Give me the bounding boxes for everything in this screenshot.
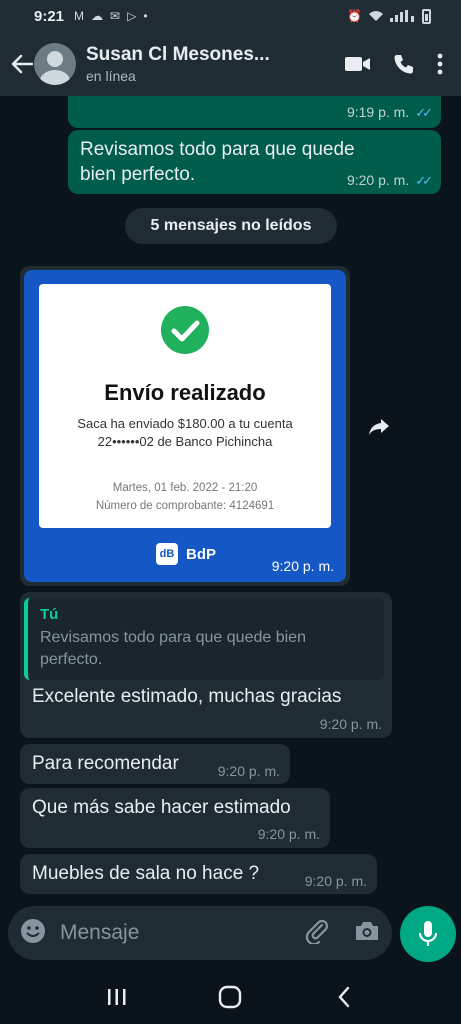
incoming-message[interactable]: Muebles de sala no hace ? 9:20 p. m. xyxy=(20,854,377,894)
play-icon: ▷ xyxy=(127,9,137,23)
message-text: Muebles de sala no hace ? xyxy=(32,863,260,884)
voice-call-icon[interactable] xyxy=(393,53,415,75)
status-left-icons: M ☁ ✉ ▷ • xyxy=(74,9,148,23)
contact-status: en línea xyxy=(86,68,136,84)
message-time: 9:20 p. m. xyxy=(319,716,382,732)
read-ticks-icon: ✓✓ xyxy=(415,105,433,120)
quote-author: Tú xyxy=(40,606,59,623)
microphone-button[interactable] xyxy=(400,906,456,962)
message-time: 9:20 p. m. xyxy=(257,826,320,842)
status-bar: 9:21 M ☁ ✉ ▷ • ⏰ xyxy=(0,0,461,32)
status-right-icons: ⏰ xyxy=(347,8,431,24)
message-input-bar[interactable]: Mensaje xyxy=(8,906,392,960)
message-time: 9:20 p. m. xyxy=(304,873,367,889)
unread-messages-badge: 5 mensajes no leídos xyxy=(125,208,337,244)
receipt-title: Envío realizado xyxy=(104,380,266,405)
message-text: Para recomendar xyxy=(32,753,179,774)
alarm-icon: ⏰ xyxy=(347,9,362,23)
outgoing-message[interactable]: Revisamos todo para que quede bien perfe… xyxy=(68,130,441,194)
back-button[interactable] xyxy=(319,977,369,1017)
signal-icon xyxy=(390,10,414,22)
camera-icon[interactable] xyxy=(354,920,380,947)
attach-icon[interactable] xyxy=(304,918,330,949)
status-time: 9:21 xyxy=(34,7,65,25)
forward-icon[interactable] xyxy=(362,410,396,444)
avatar[interactable] xyxy=(34,43,76,85)
contact-name[interactable]: Susan Cl Mesones... xyxy=(86,44,306,66)
check-circle-icon xyxy=(161,306,209,354)
receipt-account: 22••••••02 de Banco Pichincha xyxy=(97,434,273,449)
cloud-icon: ☁ xyxy=(91,9,104,23)
video-call-icon[interactable] xyxy=(345,55,371,73)
incoming-message[interactable]: Que más sabe hacer estimado 9:20 p. m. xyxy=(20,788,330,848)
wifi-icon xyxy=(369,11,383,21)
outgoing-message[interactable]: 9:19 p. m. ✓✓ xyxy=(68,96,441,128)
microphone-icon xyxy=(418,921,438,946)
message-input[interactable]: Mensaje xyxy=(60,921,139,945)
home-button[interactable] xyxy=(205,977,255,1017)
dot-icon: • xyxy=(143,9,148,23)
incoming-message[interactable]: Para recomendar 9:20 p. m. xyxy=(20,744,290,784)
mail-icon: ✉ xyxy=(110,9,121,23)
message-time: 9:20 p. m. xyxy=(271,558,334,574)
gmail-icon: M xyxy=(74,9,85,23)
system-nav-bar xyxy=(0,970,461,1024)
message-text: Revisamos todo para que quede bien perfe… xyxy=(80,139,355,185)
receipt-card: Envío realizado Saca ha enviado $180.00 … xyxy=(39,284,331,528)
message-time: 9:19 p. m. ✓✓ xyxy=(346,104,433,120)
message-text: Que más sabe hacer estimado xyxy=(32,797,291,818)
read-ticks-icon: ✓✓ xyxy=(415,173,433,188)
more-options-icon[interactable] xyxy=(437,53,443,75)
chat-area[interactable]: 9:19 p. m. ✓✓ Revisamos todo para que que… xyxy=(0,96,461,906)
contact-info[interactable]: Susan Cl Mesones... en línea xyxy=(86,44,306,84)
emoji-icon[interactable] xyxy=(20,918,46,949)
receipt-image[interactable]: Envío realizado Saca ha enviado $180.00 … xyxy=(24,270,346,582)
back-arrow-icon[interactable] xyxy=(0,32,38,96)
message-time: 9:20 p. m. ✓✓ xyxy=(346,172,433,188)
image-message[interactable]: Envío realizado Saca ha enviado $180.00 … xyxy=(20,266,350,586)
message-time: 9:20 p. m. xyxy=(217,763,280,779)
quote-text: Revisamos todo para que quede bien perfe… xyxy=(40,629,306,668)
bank-logo-icon: dB xyxy=(156,543,178,565)
receipt-date: Martes, 01 feb. 2022 - 21:20 xyxy=(112,482,258,494)
receipt-description: Saca ha enviado $180.00 a tu cuenta xyxy=(77,416,293,431)
recent-apps-button[interactable] xyxy=(92,977,142,1017)
battery-icon xyxy=(422,8,431,24)
message-text: Excelente estimado, muchas gracias xyxy=(32,686,342,707)
quoted-message[interactable]: Tú Revisamos todo para que quede bien pe… xyxy=(24,598,384,680)
chat-header: Susan Cl Mesones... en línea xyxy=(0,32,461,96)
receipt-number: Número de comprobante: 4124691 xyxy=(95,500,275,512)
bank-brand: dB BdP xyxy=(156,543,216,565)
